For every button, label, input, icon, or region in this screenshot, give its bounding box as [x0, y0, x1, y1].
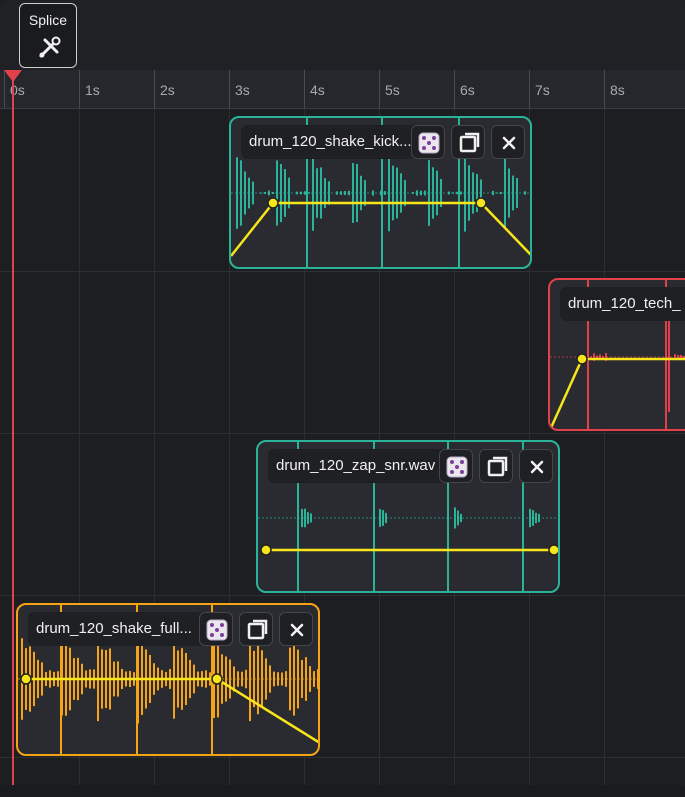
envelope-handle: [20, 673, 32, 685]
track-divider: [0, 271, 685, 272]
clip-name: drum_120_tech_: [560, 287, 685, 321]
delete-button[interactable]: [491, 125, 525, 159]
ruler-tick: [229, 70, 230, 108]
close-icon: [290, 623, 304, 637]
randomize-button[interactable]: [411, 125, 445, 159]
envelope-handle: [211, 673, 223, 685]
splice-button[interactable]: Splice: [19, 3, 77, 68]
clip-name: drum_120_zap_snr.wav: [268, 449, 452, 483]
ruler-label: 2s: [160, 82, 175, 98]
ruler-tick: [304, 70, 305, 108]
delete-button[interactable]: [279, 612, 313, 646]
ruler-label: 1s: [85, 82, 100, 98]
duplicate-button[interactable]: [239, 612, 273, 646]
track-divider: [0, 595, 685, 596]
audio-clip[interactable]: drum_120_shake_kick...: [229, 116, 532, 269]
duplicate-button[interactable]: [479, 449, 513, 483]
envelope-handle: [548, 544, 558, 556]
envelope-handle: [576, 353, 588, 365]
envelope-handle: [267, 197, 279, 209]
duplicate-icon: [487, 456, 508, 477]
playhead[interactable]: [12, 80, 14, 785]
grid-line: [604, 109, 605, 785]
close-icon: [502, 136, 516, 150]
randomize-button[interactable]: [199, 612, 233, 646]
audio-clip[interactable]: drum_120_shake_full...: [16, 603, 320, 756]
ruler-label: 4s: [310, 82, 325, 98]
track-divider: [0, 757, 685, 758]
volume-envelope: [550, 353, 685, 429]
audio-clip[interactable]: drum_120_tech_: [548, 278, 685, 431]
ruler-tick: [454, 70, 455, 108]
track-divider: [0, 433, 685, 434]
clip-name: drum_120_shake_kick...: [241, 125, 422, 159]
timeline-app: Splice 0s 1s 2s 3s 4s 5s 6s 7s 8s drum_1…: [0, 0, 685, 785]
audio-clip[interactable]: drum_120_zap_snr.wav: [256, 440, 560, 593]
duplicate-icon: [459, 132, 480, 153]
ruler-tick: [79, 70, 80, 108]
toolbar: Splice: [0, 0, 685, 70]
duplicate-icon: [247, 619, 268, 640]
dice-icon: [446, 456, 468, 478]
envelope-line: [550, 357, 685, 429]
clip-name: drum_120_shake_full...: [28, 612, 208, 646]
ruler-label: 5s: [385, 82, 400, 98]
dice-icon: [206, 619, 228, 641]
ruler-label: 3s: [235, 82, 250, 98]
dice-icon: [418, 132, 440, 154]
ruler-label: 6s: [460, 82, 475, 98]
ruler-label: 7s: [535, 82, 550, 98]
ruler-tick: [379, 70, 380, 108]
envelope-handle: [260, 544, 272, 556]
envelope-handle: [475, 197, 487, 209]
randomize-button[interactable]: [439, 449, 473, 483]
delete-button[interactable]: [519, 449, 553, 483]
time-ruler[interactable]: 0s 1s 2s 3s 4s 5s 6s 7s 8s: [0, 70, 685, 109]
ruler-label: 8s: [610, 82, 625, 98]
ruler-tick: [529, 70, 530, 108]
duplicate-button[interactable]: [451, 125, 485, 159]
bottom-bar: [0, 785, 685, 797]
volume-envelope: [260, 544, 558, 556]
splice-tool-icon: [39, 36, 61, 58]
ruler-tick: [154, 70, 155, 108]
close-icon: [530, 460, 544, 474]
ruler-tick: [604, 70, 605, 108]
splice-button-label: Splice: [28, 12, 68, 28]
